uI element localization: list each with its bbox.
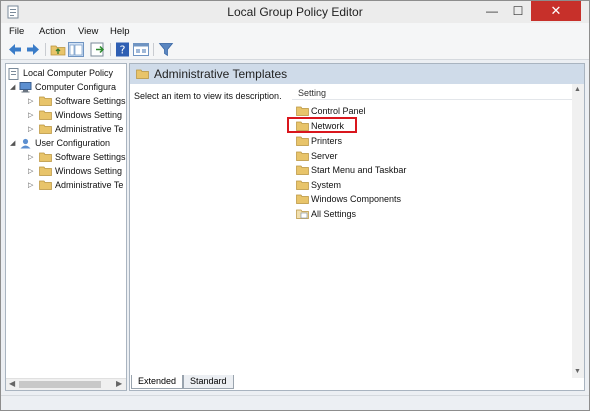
- folder-icon: [39, 124, 52, 134]
- expand-arrow-icon[interactable]: ◢: [10, 140, 17, 147]
- list-item-label: Start Menu and Taskbar: [311, 165, 407, 175]
- menu-help[interactable]: Help: [110, 26, 130, 37]
- tree-horizontal-scrollbar[interactable]: ◀ ▶: [6, 378, 126, 390]
- folder-icon: [39, 96, 52, 106]
- export-list-icon[interactable]: [90, 42, 106, 57]
- list-item-system[interactable]: System: [296, 178, 476, 192]
- gpedit-window: Local Group Policy Editor — ☐ ✕ File Act…: [0, 0, 590, 411]
- tree-label: Local Computer Policy: [23, 68, 114, 78]
- folder-icon: [296, 136, 309, 146]
- folder-icon: [296, 151, 309, 161]
- view-tabs: Extended Standard: [129, 375, 329, 389]
- minimize-button[interactable]: —: [479, 1, 505, 21]
- toolbar-separator: [45, 43, 46, 56]
- description-text: Select an item to view its description.: [134, 91, 282, 101]
- network-highlight-box: [287, 117, 357, 133]
- collapsed-arrow-icon[interactable]: ▷: [28, 154, 35, 161]
- details-title: Administrative Templates: [154, 67, 288, 81]
- tree-label: Administrative Te: [55, 124, 124, 134]
- collapsed-arrow-icon[interactable]: ▷: [28, 168, 35, 175]
- tree-item-software-settings[interactable]: ▷ Software Settings: [8, 95, 126, 108]
- menu-file[interactable]: File: [9, 26, 24, 37]
- tree-item-software-settings[interactable]: ▷ Software Settings: [8, 151, 126, 164]
- scroll-up-icon[interactable]: ▲: [574, 86, 581, 93]
- back-arrow-icon[interactable]: [7, 42, 23, 57]
- list-item-windows-components[interactable]: Windows Components: [296, 192, 476, 206]
- close-button[interactable]: ✕: [531, 1, 581, 21]
- collapsed-arrow-icon[interactable]: ▷: [28, 98, 35, 105]
- svg-text:?: ?: [120, 44, 126, 57]
- collapsed-arrow-icon[interactable]: ▷: [28, 182, 35, 189]
- user-icon: [20, 138, 31, 149]
- tree-label: Windows Setting: [55, 110, 123, 120]
- menu-bar: File Action View Help: [1, 23, 589, 39]
- folder-icon: [296, 165, 309, 175]
- menu-action[interactable]: Action: [39, 26, 65, 37]
- properties-icon[interactable]: [133, 42, 149, 57]
- folder-icon: [39, 110, 52, 120]
- folder-icon: [296, 194, 309, 204]
- tree-item-administrative-templates[interactable]: ▷ Administrative Te: [8, 179, 126, 192]
- tree-label: Administrative Te: [55, 180, 124, 190]
- up-folder-icon[interactable]: [50, 42, 66, 57]
- list-item-label: Windows Components: [311, 194, 402, 204]
- column-header-label: Setting: [298, 88, 327, 98]
- list-item-label: All Settings: [311, 209, 357, 219]
- collapsed-arrow-icon[interactable]: ▷: [28, 126, 35, 133]
- tree-item-local-computer-policy[interactable]: Local Computer Policy: [8, 67, 126, 80]
- maximize-button[interactable]: ☐: [505, 1, 531, 21]
- tree-item-windows-settings[interactable]: ▷ Windows Setting: [8, 165, 126, 178]
- column-header-setting[interactable]: Setting: [292, 85, 572, 100]
- list-item-start-menu-and-taskbar[interactable]: Start Menu and Taskbar: [296, 163, 476, 177]
- toolbar: ?: [1, 39, 589, 60]
- list-item-label: Control Panel: [311, 106, 366, 116]
- tree-label: Software Settings: [55, 152, 126, 162]
- list-item-label: Printers: [311, 136, 343, 146]
- tree-item-user-configuration[interactable]: ◢ User Configuration: [8, 137, 126, 150]
- details-pane: Administrative Templates Select an item …: [129, 63, 585, 391]
- scroll-left-icon[interactable]: ◀: [9, 379, 15, 388]
- folder-icon: [296, 106, 309, 116]
- folder-icon: [39, 166, 52, 176]
- computer-icon: [19, 82, 32, 93]
- status-bar: [1, 395, 589, 410]
- filter-icon[interactable]: [158, 42, 174, 57]
- collapsed-arrow-icon[interactable]: ▷: [28, 112, 35, 119]
- forward-arrow-icon[interactable]: [25, 42, 41, 57]
- tree-label: Software Settings: [55, 96, 126, 106]
- menu-view[interactable]: View: [78, 26, 98, 37]
- folder-icon: [136, 69, 149, 79]
- expand-arrow-icon[interactable]: ◢: [10, 84, 17, 91]
- list-item-label: Server: [311, 151, 338, 161]
- all-settings-icon: [296, 209, 309, 219]
- help-icon[interactable]: ?: [115, 42, 131, 57]
- details-header: Administrative Templates: [130, 64, 584, 84]
- folder-icon: [296, 180, 309, 190]
- scroll-down-icon[interactable]: ▼: [574, 368, 581, 375]
- tree-item-windows-settings[interactable]: ▷ Windows Setting: [8, 109, 126, 122]
- policy-tree: Local Computer Policy ◢ Computer Configu…: [5, 63, 127, 391]
- tree-item-administrative-templates[interactable]: ▷ Administrative Te: [8, 123, 126, 136]
- show-hide-tree-icon[interactable]: [68, 42, 84, 57]
- tree-item-computer-configuration[interactable]: ◢ Computer Configura: [8, 81, 126, 94]
- list-item-control-panel[interactable]: Control Panel: [296, 104, 476, 118]
- scrollbar-thumb[interactable]: [19, 381, 101, 388]
- toolbar-separator: [110, 43, 111, 56]
- tree-label: Windows Setting: [55, 166, 123, 176]
- list-item-label: System: [311, 180, 342, 190]
- list-item-server[interactable]: Server: [296, 149, 476, 163]
- scroll-right-icon[interactable]: ▶: [116, 379, 122, 388]
- tree-label: Computer Configura: [35, 82, 117, 92]
- folder-icon: [39, 180, 52, 190]
- policy-document-icon: [8, 68, 19, 80]
- toolbar-separator: [153, 43, 154, 56]
- tab-extended[interactable]: Extended: [131, 375, 184, 389]
- details-vertical-scrollbar[interactable]: ▲ ▼: [572, 84, 584, 378]
- tab-standard[interactable]: Standard: [183, 375, 234, 389]
- tree-label: User Configuration: [35, 138, 111, 148]
- folder-icon: [39, 152, 52, 162]
- list-item-printers[interactable]: Printers: [296, 134, 476, 148]
- title-bar: Local Group Policy Editor — ☐ ✕: [1, 1, 589, 23]
- list-item-all-settings[interactable]: All Settings: [296, 207, 476, 221]
